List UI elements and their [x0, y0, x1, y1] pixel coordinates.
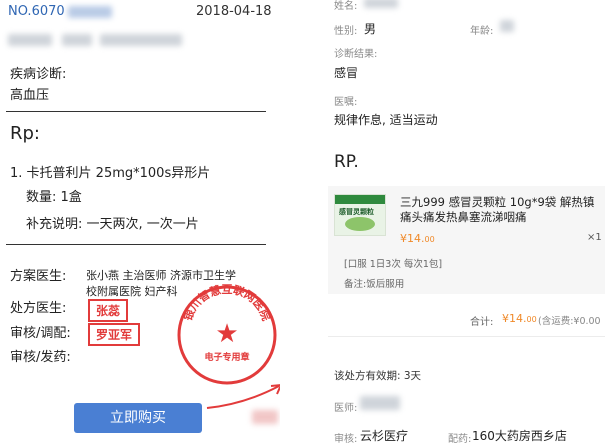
plan-doctor-label: 方案医生:: [10, 269, 67, 284]
gender-value: 男: [364, 22, 377, 36]
name-label: 姓名:: [334, 1, 358, 12]
drug-price-cents: 00: [424, 235, 435, 244]
redacted-corner: [252, 410, 278, 424]
prescription-number: NO.6070: [8, 4, 65, 19]
validity-period: 该处方有效期: 3天: [334, 370, 422, 382]
prescription-slip: NO.6070 2018-04-18 疾病诊断: 高血压 Rp: 1. 卡托普利…: [0, 0, 280, 446]
note-line: 补充说明: 一天两次, 一次一片: [26, 217, 199, 232]
redacted-doctor-signature: [360, 396, 400, 410]
prescription-number-prefix: NO.6070: [8, 4, 65, 19]
dispense-label: 审核/发药:: [10, 350, 71, 365]
gender-label: 性别:: [334, 26, 358, 37]
drug-quantity: ×1: [587, 232, 602, 243]
quantity-line: 数量: 1盒: [26, 190, 82, 205]
divider: [6, 244, 266, 245]
advice-value: 规律作息, 适当运动: [334, 113, 438, 127]
drug-usage: [口服 1日3次 每次1包]: [344, 259, 443, 270]
divider: [328, 336, 605, 337]
stamp-bottom-text: 电子专用章: [204, 351, 249, 363]
reviewer-value: 云杉医疗: [360, 429, 409, 443]
advice-label: 医嘱:: [334, 97, 358, 108]
prescription-detail: 姓名: 性别: 男 年龄: 诊断结果: 感冒 医嘱: 规律作息, 适当运动 RP…: [280, 0, 605, 446]
drug-image: 感冒灵颗粒: [334, 194, 386, 236]
rp-label: Rp:: [10, 123, 40, 144]
reviewer-label: 审核:: [334, 434, 358, 445]
drug-box-text: 感冒灵颗粒: [339, 208, 374, 216]
total-label: 合计:: [470, 317, 494, 328]
rx-doctor-label: 处方医生:: [10, 301, 67, 316]
redacted-patient-gender: [62, 34, 92, 46]
total-value-main: ¥14.: [502, 312, 527, 325]
diagnosis-result-value: 感冒: [334, 66, 359, 80]
diagnosis-result-label: 诊断结果:: [334, 49, 378, 60]
doctor-label: 医师:: [334, 403, 358, 414]
medication-line: 1. 卡托普利片 25mg*100s异形片: [10, 166, 211, 181]
drug-box-band: [335, 195, 385, 204]
diagnosis-label: 疾病诊断:: [10, 67, 67, 82]
plan-doctor-value-line-1: 张小燕 主治医师 济源市卫生学: [86, 269, 236, 282]
redacted-age: [500, 20, 514, 32]
age-label: 年龄:: [470, 26, 494, 37]
review-signature: 罗亚军: [88, 323, 141, 346]
review-label: 审核/调配:: [10, 326, 71, 341]
drug-remark: 备注:饭后服用: [344, 279, 405, 290]
stamp-star-icon: ★: [215, 319, 238, 349]
total-value: ¥14.00: [502, 312, 537, 325]
redacted-name: [364, 0, 398, 8]
curved-arrow-icon: [206, 384, 280, 409]
divider: [6, 111, 266, 112]
drug-card[interactable]: 感冒灵颗粒 三九999 感冒灵颗粒 10g*9袋 解热镇 痛头痛发热鼻塞流涕咽痛…: [328, 186, 605, 294]
plan-doctor-value-line-2: 校附属医院 妇产科: [86, 285, 178, 298]
redacted-patient-age: [100, 34, 182, 46]
rp-label: RP.: [334, 152, 359, 172]
stamp-ring-text: 银川智慧互联网医院: [180, 282, 273, 322]
drug-box-graphic: [345, 217, 375, 231]
rx-doctor-signature: 张蕊: [88, 299, 129, 322]
prescription-date: 2018-04-18: [196, 4, 272, 19]
hospital-stamp: 银川智慧互联网医院 ★ 电子专用章: [177, 282, 277, 385]
dispenser-label: 配药:: [448, 434, 472, 445]
drug-name-line-2: 痛头痛发热鼻塞流涕咽痛: [400, 210, 527, 224]
drug-price-main: ¥14.: [400, 232, 425, 245]
dispenser-value: 160大药房西乡店: [472, 429, 567, 443]
total-value-cents: 00: [526, 315, 537, 324]
redacted-patient-name: [8, 34, 52, 46]
shipping-fee: (含运费:¥0.00: [538, 316, 601, 327]
diagnosis-value: 高血压: [10, 88, 50, 103]
drug-price: ¥14.00: [400, 232, 435, 245]
redacted-number: [68, 6, 112, 18]
buy-now-button[interactable]: 立即购买: [74, 403, 202, 433]
drug-name-line-1: 三九999 感冒灵颗粒 10g*9袋 解热镇: [400, 195, 595, 209]
